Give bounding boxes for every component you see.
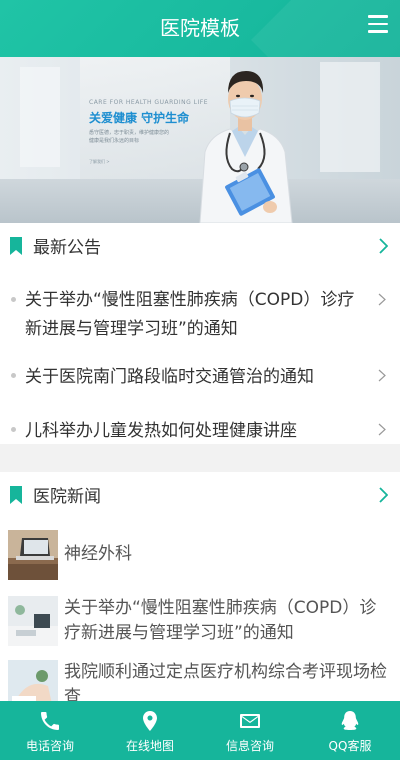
bookmark-icon	[10, 486, 22, 504]
bookmark-icon	[10, 237, 22, 255]
chevron-right-icon	[378, 293, 386, 306]
nav-label: 电话咨询	[25, 739, 74, 753]
hero-banner[interactable]: CARE FOR HEALTH GUARDING LIFE 关爱健康 守护生命 …	[0, 57, 400, 223]
map-pin-icon	[143, 711, 157, 731]
news-section: 医院新闻 神经外科 关于举办“慢性阻塞性肺疾病（COPD）诊疗新进展与管理学习班…	[0, 472, 400, 701]
chevron-right-icon	[378, 369, 386, 382]
notice-item[interactable]: 关于举办“慢性阻塞性肺疾病（COPD）诊疗新进展与管理学习班”的通知	[0, 283, 400, 343]
notice-section-title: 最新公告	[33, 238, 101, 258]
news-item-text: 我院顺利通过定点医疗机构综合考评现场检查	[64, 662, 387, 701]
banner-window	[320, 62, 380, 172]
notice-item-text: 关于举办“慢性阻塞性肺疾病（COPD）诊疗新进展与管理学习班”的通知	[25, 290, 355, 339]
chevron-right-icon[interactable]	[378, 487, 388, 503]
header-bar: 医院模板	[0, 0, 400, 57]
nav-online-map[interactable]: 在线地图	[100, 701, 200, 760]
phone-icon	[41, 712, 59, 730]
notice-section-header: 最新公告	[0, 223, 400, 273]
page-title: 医院模板	[160, 16, 240, 40]
nav-qq-service[interactable]: QQ客服	[300, 701, 400, 760]
menu-button[interactable]	[368, 15, 388, 33]
banner-window	[20, 67, 60, 167]
doctor-image	[199, 71, 293, 223]
news-thumbnail	[8, 596, 58, 646]
banner-more-link[interactable]: 了解我们 >	[89, 159, 110, 165]
nav-phone-consult[interactable]: 电话咨询	[0, 701, 100, 760]
bullet-dot	[11, 297, 16, 302]
chevron-right-icon[interactable]	[378, 238, 388, 254]
nav-label: 信息咨询	[225, 739, 274, 753]
notice-item[interactable]: 关于医院南门路段临时交通管治的通知	[0, 361, 400, 395]
nav-label: 在线地图	[125, 739, 174, 753]
nav-label: QQ客服	[328, 739, 372, 753]
bullet-dot	[11, 373, 16, 378]
news-thumbnail	[8, 660, 58, 701]
news-item[interactable]: 我院顺利通过定点医疗机构综合考评现场检查	[0, 660, 400, 701]
news-item-text: 关于举办“慢性阻塞性肺疾病（COPD）诊疗新进展与管理学习班”的通知	[64, 598, 377, 643]
news-item[interactable]: 神经外科	[0, 530, 400, 582]
news-section-title: 医院新闻	[33, 487, 101, 507]
banner-description: 悉守医德，忠于职责，维护健康您的健康是我们永远的目标	[89, 130, 170, 144]
nav-info-consult[interactable]: 信息咨询	[200, 701, 300, 760]
qq-icon	[341, 711, 359, 730]
notice-item-text: 关于医院南门路段临时交通管治的通知	[25, 367, 314, 387]
news-item-text: 神经外科	[64, 544, 132, 564]
notice-item-text: 儿科举办儿童发热如何处理健康讲座	[25, 421, 297, 441]
chevron-right-icon	[378, 423, 386, 436]
bullet-dot	[11, 427, 16, 432]
bottom-nav: 电话咨询 在线地图 信息咨询 QQ客服	[0, 701, 400, 760]
notice-item[interactable]: 儿科举办儿童发热如何处理健康讲座	[0, 415, 400, 449]
banner-slogan: 关爱健康 守护生命	[89, 111, 190, 125]
mail-icon	[240, 714, 260, 728]
news-section-header: 医院新闻	[0, 472, 400, 522]
notice-section: 最新公告 关于举办“慢性阻塞性肺疾病（COPD）诊疗新进展与管理学习班”的通知 …	[0, 223, 400, 444]
news-thumbnail	[8, 530, 58, 580]
news-item[interactable]: 关于举办“慢性阻塞性肺疾病（COPD）诊疗新进展与管理学习班”的通知	[0, 596, 400, 648]
